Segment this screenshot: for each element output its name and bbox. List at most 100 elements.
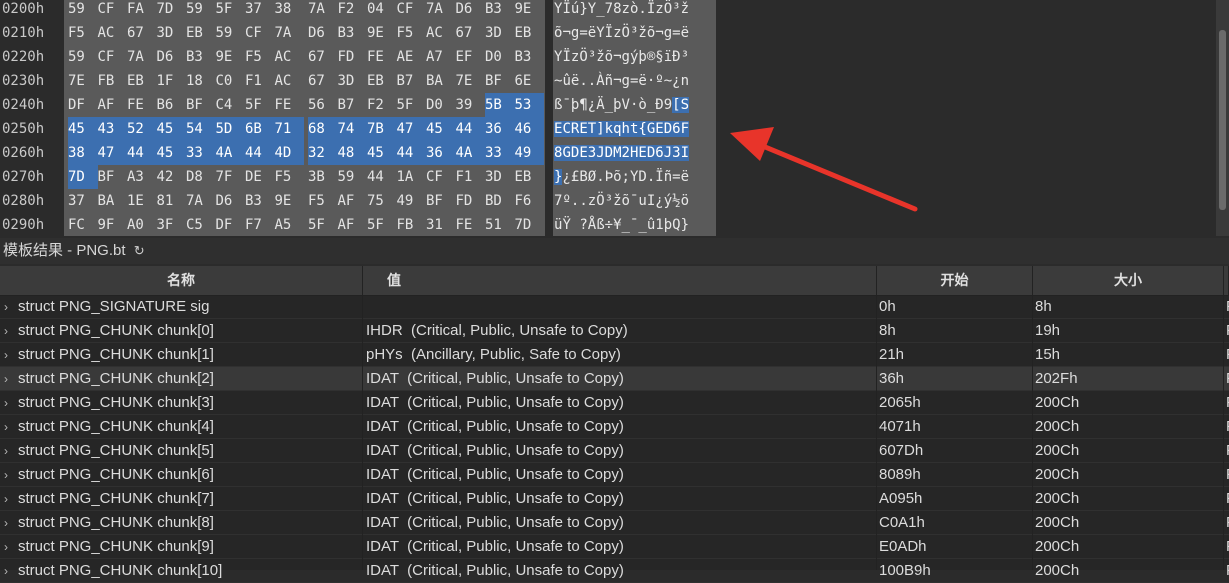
hex-byte[interactable]: 47 bbox=[396, 117, 426, 141]
cell-name[interactable]: › struct PNG_SIGNATURE sig bbox=[0, 295, 362, 319]
hex-byte[interactable]: 5F bbox=[245, 93, 275, 117]
hex-byte[interactable]: EB bbox=[367, 69, 397, 93]
hex-byte[interactable]: 32 bbox=[308, 141, 338, 165]
hex-byte[interactable]: 37 bbox=[245, 0, 275, 21]
hex-byte[interactable]: EF bbox=[456, 45, 486, 69]
hex-byte[interactable]: DF bbox=[68, 93, 98, 117]
hex-byte[interactable]: 67 bbox=[308, 45, 338, 69]
hex-editor-view[interactable]: 0200h 0210h 0220h 0230h 0240h 0250h 0260h 0270h… bbox=[0, 0, 1229, 236]
hex-byte[interactable]: 1F bbox=[157, 69, 187, 93]
hex-byte[interactable]: 36 bbox=[485, 117, 515, 141]
hex-byte[interactable]: 38 bbox=[68, 141, 98, 165]
hex-byte[interactable]: A7 bbox=[426, 45, 456, 69]
table-row[interactable]: › struct PNG_CHUNK chunk[6] IDAT (Critical… bbox=[0, 463, 1229, 487]
refresh-icon[interactable]: ↻ bbox=[134, 238, 145, 264]
expand-chevron-icon[interactable]: › bbox=[4, 295, 18, 319]
ascii-row[interactable]: ECRET]kqht{GED6F bbox=[553, 117, 689, 141]
hex-byte[interactable]: CF bbox=[397, 0, 427, 21]
hex-byte[interactable]: CF bbox=[98, 45, 128, 69]
hex-byte[interactable]: 44 bbox=[245, 141, 275, 165]
hex-byte[interactable]: 59 bbox=[216, 21, 246, 45]
hex-byte[interactable]: D6 bbox=[308, 21, 338, 45]
expand-chevron-icon[interactable]: › bbox=[4, 535, 18, 559]
hex-byte[interactable]: FD bbox=[456, 189, 486, 213]
hex-byte[interactable]: 75 bbox=[367, 189, 397, 213]
hex-byte[interactable]: B3 bbox=[515, 45, 545, 69]
hex-byte[interactable]: EB bbox=[186, 21, 216, 45]
table-row[interactable]: › struct PNG_CHUNK chunk[3] IDAT (Critical… bbox=[0, 391, 1229, 415]
table-row[interactable]: › struct PNG_CHUNK chunk[2] IDAT (Critical… bbox=[0, 367, 1229, 391]
hex-byte[interactable]: F7 bbox=[245, 213, 275, 236]
hex-byte[interactable]: FC bbox=[68, 213, 98, 236]
hex-byte[interactable]: BF bbox=[186, 93, 216, 117]
cell-name[interactable]: › struct PNG_CHUNK chunk[10] bbox=[0, 559, 362, 583]
hex-byte[interactable]: 45 bbox=[156, 117, 186, 141]
ascii-row[interactable]: ~ûë..Àñ¬g=ë·º~¿n bbox=[553, 69, 689, 93]
hex-byte[interactable]: CF bbox=[245, 21, 275, 45]
hex-byte[interactable]: 3F bbox=[157, 213, 187, 236]
hex-byte[interactable]: 7A bbox=[426, 0, 456, 21]
hex-byte[interactable]: 59 bbox=[68, 0, 98, 21]
hex-byte[interactable]: 5F bbox=[308, 213, 338, 236]
column-header-name[interactable]: 名称 bbox=[0, 266, 363, 295]
hex-byte[interactable]: D6 bbox=[157, 45, 187, 69]
ascii-text-area[interactable]: YÏú}Y_78zò.ÏzÖ³ž õ¬g=ëYÏzÖ³žõ¬g=ë YÏzÖ³žõ¬… bbox=[553, 0, 716, 236]
hex-byte[interactable]: F2 bbox=[338, 0, 368, 21]
hex-byte[interactable]: BF bbox=[485, 69, 515, 93]
hex-byte[interactable]: 9E bbox=[275, 189, 305, 213]
cell-name[interactable]: › struct PNG_CHUNK chunk[2] bbox=[0, 367, 362, 391]
ascii-row[interactable]: õ¬g=ëYÏzÖ³žõ¬g=ë bbox=[553, 21, 689, 45]
cell-name[interactable]: › struct PNG_CHUNK chunk[6] bbox=[0, 463, 362, 487]
expand-chevron-icon[interactable]: › bbox=[4, 415, 18, 439]
cell-name[interactable]: › struct PNG_CHUNK chunk[5] bbox=[0, 439, 362, 463]
hex-byte[interactable]: 7E bbox=[68, 69, 98, 93]
hex-byte[interactable]: 48 bbox=[337, 141, 367, 165]
hex-byte[interactable]: B7 bbox=[338, 93, 368, 117]
hex-byte[interactable]: 7B bbox=[367, 117, 397, 141]
hex-byte[interactable]: 4A bbox=[455, 141, 485, 165]
ascii-row[interactable]: }¿£BØ.Þõ;YD.Ïñ=ë bbox=[553, 165, 689, 189]
hex-byte[interactable]: 45 bbox=[367, 141, 397, 165]
cell-name[interactable]: › struct PNG_CHUNK chunk[7] bbox=[0, 487, 362, 511]
hex-byte[interactable]: 9E bbox=[515, 0, 545, 21]
hex-byte[interactable]: BF bbox=[98, 165, 128, 189]
ascii-row[interactable]: 7º..zÖ³žõ¯uI¿ý½ö bbox=[553, 189, 689, 213]
hex-byte[interactable]: DF bbox=[216, 213, 246, 236]
hex-byte[interactable]: 7E bbox=[456, 69, 486, 93]
hex-byte[interactable]: B6 bbox=[157, 93, 187, 117]
hex-byte[interactable]: F6 bbox=[515, 189, 545, 213]
hex-byte[interactable]: 46 bbox=[514, 117, 544, 141]
hex-byte[interactable]: F5 bbox=[308, 189, 338, 213]
hex-byte[interactable]: 1E bbox=[127, 189, 157, 213]
hex-byte[interactable]: DE bbox=[245, 165, 275, 189]
hex-byte[interactable]: 45 bbox=[68, 117, 98, 141]
hex-byte[interactable]: 71 bbox=[274, 117, 304, 141]
hex-byte[interactable]: 3D bbox=[157, 21, 187, 45]
hex-byte[interactable]: 59 bbox=[186, 0, 216, 21]
hex-byte[interactable]: CF bbox=[98, 0, 128, 21]
hex-byte[interactable]: 7A bbox=[127, 45, 157, 69]
hex-byte[interactable]: B3 bbox=[186, 45, 216, 69]
hex-byte[interactable]: 47 bbox=[97, 141, 127, 165]
hex-byte[interactable]: 33 bbox=[485, 141, 515, 165]
hex-byte[interactable]: AC bbox=[275, 69, 305, 93]
hex-byte[interactable]: AF bbox=[98, 93, 128, 117]
hex-byte[interactable]: AC bbox=[275, 45, 305, 69]
hex-byte[interactable]: 49 bbox=[397, 189, 427, 213]
hex-byte[interactable]: 52 bbox=[127, 117, 157, 141]
hex-byte[interactable]: 4A bbox=[215, 141, 245, 165]
hex-byte[interactable]: 3D bbox=[485, 21, 515, 45]
hex-vertical-scrollbar[interactable] bbox=[1216, 0, 1229, 236]
table-row[interactable]: › struct PNG_CHUNK chunk[7] IDAT (Critical… bbox=[0, 487, 1229, 511]
hex-byte[interactable]: 5D bbox=[215, 117, 245, 141]
cell-name[interactable]: › struct PNG_CHUNK chunk[4] bbox=[0, 415, 362, 439]
hex-byte[interactable]: 67 bbox=[456, 21, 486, 45]
hex-byte[interactable]: AE bbox=[397, 45, 427, 69]
column-header-size[interactable]: 大小 bbox=[1033, 266, 1224, 295]
hex-byte[interactable]: FA bbox=[127, 0, 157, 21]
table-row[interactable]: › struct PNG_CHUNK chunk[9] IDAT (Critical… bbox=[0, 535, 1229, 559]
hex-byte[interactable]: FE bbox=[367, 45, 397, 69]
hex-byte[interactable]: 6B bbox=[245, 117, 275, 141]
hex-byte[interactable]: A5 bbox=[275, 213, 305, 236]
cell-name[interactable]: › struct PNG_CHUNK chunk[0] bbox=[0, 319, 362, 343]
